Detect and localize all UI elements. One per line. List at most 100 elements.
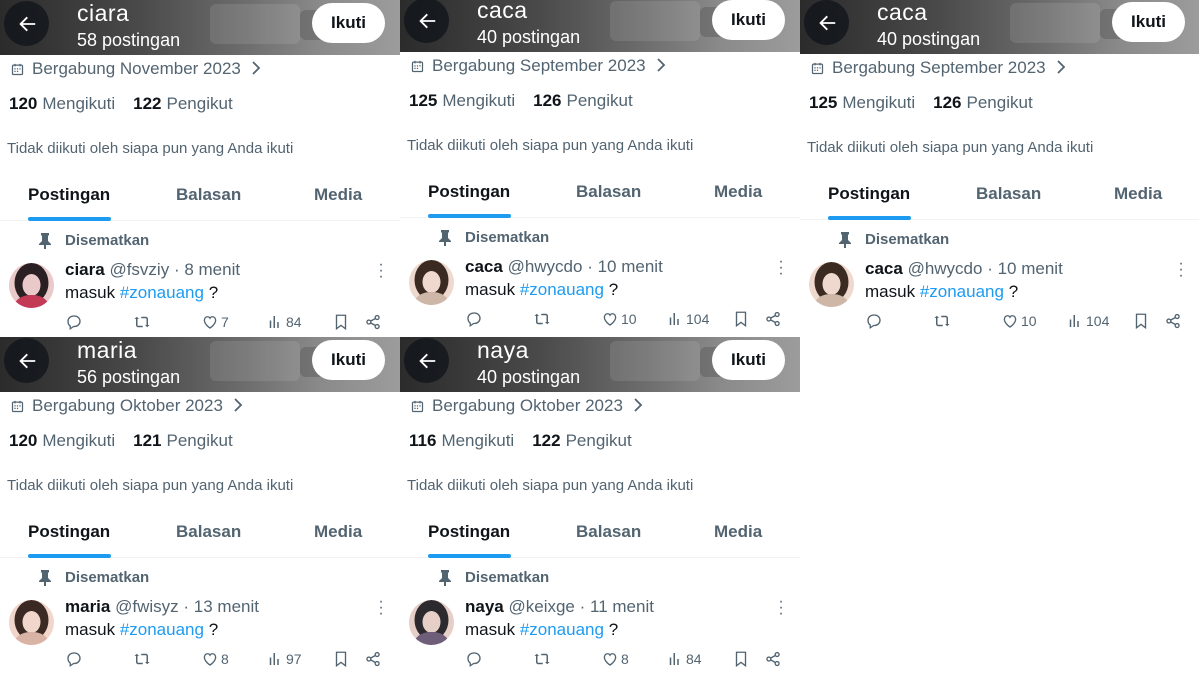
share-button[interactable] (364, 650, 382, 668)
retweet-button[interactable] (133, 650, 151, 668)
retweet-button[interactable] (133, 313, 151, 331)
follow-button[interactable]: Ikuti (312, 340, 385, 380)
more-options-icon[interactable]: · · · (778, 594, 784, 622)
more-options-icon[interactable]: · · · (378, 257, 384, 285)
more-options-icon[interactable]: · · · (1178, 256, 1184, 284)
tab-postingan[interactable]: Postingan (428, 522, 510, 542)
tweet-handle[interactable]: @keixge (508, 597, 574, 616)
joined-date[interactable]: Bergabung Oktober 2023 (410, 396, 643, 416)
tab-balasan[interactable]: Balasan (176, 185, 241, 205)
followers-link[interactable]: 122 Pengikut (133, 94, 233, 114)
joined-date[interactable]: Bergabung September 2023 (410, 56, 666, 76)
tab-balasan[interactable]: Balasan (576, 522, 641, 542)
like-button[interactable]: 7 (201, 313, 229, 331)
joined-date[interactable]: Bergabung November 2023 (10, 59, 261, 79)
reply-button[interactable] (65, 313, 83, 331)
views-button[interactable]: 84 (266, 313, 302, 331)
tab-media[interactable]: Media (314, 522, 362, 542)
more-options-icon[interactable]: · · · (378, 594, 384, 622)
bookmark-button[interactable] (332, 313, 350, 331)
back-button[interactable] (4, 338, 49, 383)
tab-media[interactable]: Media (714, 182, 762, 202)
bookmark-button[interactable] (332, 650, 350, 668)
following-link[interactable]: 125 Mengikuti (409, 91, 515, 111)
back-button[interactable] (404, 338, 449, 383)
bookmark-button[interactable] (732, 650, 750, 668)
tab-media[interactable]: Media (714, 522, 762, 542)
tweet-handle[interactable]: @fsvziy (109, 260, 169, 279)
tab-media[interactable]: Media (314, 185, 362, 205)
tweet-author-name[interactable]: ciara (65, 260, 105, 279)
tweet-author-name[interactable]: caca (465, 257, 503, 276)
retweet-button[interactable] (533, 650, 551, 668)
followers-link[interactable]: 126 Pengikut (933, 93, 1033, 113)
follow-button[interactable]: Ikuti (712, 340, 785, 380)
back-button[interactable] (404, 0, 449, 43)
tab-postingan[interactable]: Postingan (828, 184, 910, 204)
tweet-time[interactable]: · 8 menit (174, 260, 240, 279)
reply-button[interactable] (865, 312, 883, 330)
share-button[interactable] (1164, 312, 1182, 330)
tweet-time[interactable]: · 10 menit (987, 259, 1063, 278)
joined-date[interactable]: Bergabung Oktober 2023 (10, 396, 243, 416)
followers-link[interactable]: 121 Pengikut (133, 431, 233, 451)
hashtag-link[interactable]: #zonauang (120, 620, 204, 639)
follow-button[interactable]: Ikuti (1112, 2, 1185, 42)
bookmark-button[interactable] (732, 310, 750, 328)
follow-button[interactable]: Ikuti (712, 0, 785, 40)
hashtag-link[interactable]: #zonauang (520, 620, 604, 639)
tweet-author-name[interactable]: caca (865, 259, 903, 278)
hashtag-link[interactable]: #zonauang (520, 280, 604, 299)
following-link[interactable]: 120 Mengikuti (9, 94, 115, 114)
bookmark-button[interactable] (1132, 312, 1150, 330)
avatar[interactable] (409, 260, 454, 305)
tab-media[interactable]: Media (1114, 184, 1162, 204)
hashtag-link[interactable]: #zonauang (120, 283, 204, 302)
tweet-handle[interactable]: @hwycdo (908, 259, 983, 278)
tweet-time[interactable]: · 10 menit (587, 257, 663, 276)
tweet-author-name[interactable]: naya (465, 597, 504, 616)
following-link[interactable]: 125 Mengikuti (809, 93, 915, 113)
views-button[interactable]: 104 (666, 310, 709, 328)
tweet-handle[interactable]: @hwycdo (508, 257, 583, 276)
following-link[interactable]: 116 Mengikuti (409, 431, 514, 451)
avatar[interactable] (409, 600, 454, 645)
followers-link[interactable]: 126 Pengikut (533, 91, 633, 111)
tab-balasan[interactable]: Balasan (976, 184, 1041, 204)
share-button[interactable] (764, 310, 782, 328)
share-button[interactable] (764, 650, 782, 668)
hashtag-link[interactable]: #zonauang (920, 282, 1004, 301)
tweet-time[interactable]: · 13 menit (183, 597, 259, 616)
avatar[interactable] (9, 263, 54, 308)
views-button[interactable]: 84 (666, 650, 702, 668)
tweet-time[interactable]: · 11 menit (580, 597, 654, 616)
tweet-author-name[interactable]: maria (65, 597, 110, 616)
retweet-button[interactable] (533, 310, 551, 328)
tab-balasan[interactable]: Balasan (176, 522, 241, 542)
more-options-icon[interactable]: · · · (778, 254, 784, 282)
like-button[interactable]: 8 (601, 650, 629, 668)
views-button[interactable]: 104 (1066, 312, 1109, 330)
tab-postingan[interactable]: Postingan (428, 182, 510, 202)
views-button[interactable]: 97 (266, 650, 302, 668)
reply-button[interactable] (465, 310, 483, 328)
back-button[interactable] (4, 1, 49, 46)
share-button[interactable] (364, 313, 382, 331)
followers-link[interactable]: 122 Pengikut (532, 431, 632, 451)
joined-date[interactable]: Bergabung September 2023 (810, 58, 1066, 78)
reply-button[interactable] (465, 650, 483, 668)
tab-postingan[interactable]: Postingan (28, 185, 110, 205)
tab-postingan[interactable]: Postingan (28, 522, 110, 542)
tweet-handle[interactable]: @fwisyz (115, 597, 179, 616)
reply-button[interactable] (65, 650, 83, 668)
tab-balasan[interactable]: Balasan (576, 182, 641, 202)
avatar[interactable] (809, 262, 854, 307)
like-button[interactable]: 10 (601, 310, 637, 328)
following-link[interactable]: 120 Mengikuti (9, 431, 115, 451)
follow-button[interactable]: Ikuti (312, 3, 385, 43)
avatar[interactable] (9, 600, 54, 645)
back-button[interactable] (804, 0, 849, 45)
like-button[interactable]: 10 (1001, 312, 1037, 330)
retweet-button[interactable] (933, 312, 951, 330)
like-button[interactable]: 8 (201, 650, 229, 668)
